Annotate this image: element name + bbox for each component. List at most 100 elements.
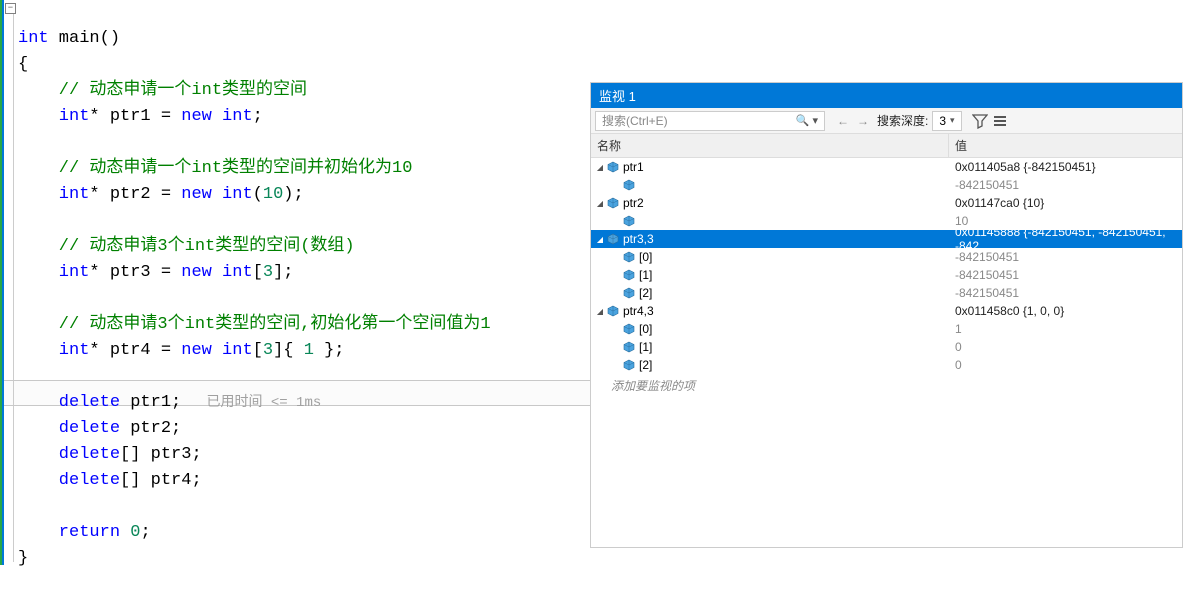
header-value-column[interactable]: 值	[949, 134, 1182, 157]
watch-row-value: -842150451	[949, 268, 1182, 282]
watch-row-name: [0]	[591, 322, 949, 336]
code-token: * ptr2 =	[89, 185, 181, 204]
watch-row-name	[591, 215, 949, 227]
search-icon[interactable]: 🔍 ▾	[796, 114, 818, 127]
code-token: ptr1;	[120, 393, 181, 412]
watch-row[interactable]: ◢ptr10x011405a8 {-842150451}	[591, 158, 1182, 176]
code-token: new	[181, 263, 212, 282]
watch-name-text: [0]	[639, 250, 652, 264]
variable-icon	[607, 161, 619, 173]
search-input[interactable]: 搜索(Ctrl+E) 🔍 ▾	[595, 111, 825, 131]
watch-row-name: [2]	[591, 358, 949, 372]
watch-row[interactable]: [1]-842150451	[591, 266, 1182, 284]
variable-icon	[607, 233, 619, 245]
watch-name-text: [0]	[639, 322, 652, 336]
code-token: main()	[49, 29, 120, 48]
watch-grid-body[interactable]: ◢ptr10x011405a8 {-842150451}-842150451◢p…	[591, 158, 1182, 374]
watch-row-name: [0]	[591, 250, 949, 264]
depth-select[interactable]: 3 ▾	[932, 111, 961, 131]
variable-icon	[623, 341, 635, 353]
watch-name-text: ptr4,3	[623, 304, 654, 318]
variable-icon	[623, 323, 635, 335]
watch-row[interactable]: [2]0	[591, 356, 1182, 374]
code-token: int	[18, 341, 89, 360]
code-token: new	[181, 107, 212, 126]
watch-row-value: -842150451	[949, 250, 1182, 264]
watch-row-value: 0x01145888 {-842150451, -842150451, -842	[949, 225, 1182, 253]
code-token: delete	[18, 471, 120, 490]
watch-row[interactable]: ◢ ptr4,3 0x011458c0 {1, 0, 0}	[591, 302, 1182, 320]
watch-row[interactable]: [2]-842150451	[591, 284, 1182, 302]
watch-panel: 监视 1 搜索(Ctrl+E) 🔍 ▾ ← → 搜索深度: 3 ▾ 名称 值 ◢…	[590, 82, 1183, 548]
nav-back-icon[interactable]: ←	[837, 114, 849, 128]
watch-row-name: ◢ptr2	[591, 196, 949, 210]
watch-row-name	[591, 179, 949, 191]
variable-icon	[607, 305, 619, 317]
code-token: int	[212, 185, 253, 204]
watch-row-value: 0x011405a8 {-842150451}	[949, 160, 1182, 174]
watch-row-value: 0x01147ca0 {10}	[949, 196, 1182, 210]
watch-panel-title[interactable]: 监视 1	[591, 83, 1182, 108]
variable-icon	[623, 251, 635, 263]
code-token	[120, 523, 130, 542]
code-editor[interactable]: − int main() { // 动态申请一个int类型的空间 int* pt…	[0, 0, 590, 565]
code-token: delete	[18, 445, 120, 464]
watch-name-text: [1]	[639, 340, 652, 354]
code-token: ]{	[273, 341, 304, 360]
perf-tip: 已用时间 <= 1ms	[181, 395, 321, 411]
expander-icon[interactable]: ◢	[595, 306, 605, 316]
fold-collapse-icon[interactable]: −	[5, 3, 16, 14]
watch-row[interactable]: [0] 1	[591, 320, 1182, 338]
watch-row[interactable]: -842150451	[591, 176, 1182, 194]
code-token: * ptr4 =	[89, 341, 181, 360]
expander-icon[interactable]: ◢	[595, 234, 605, 244]
code-token: [	[253, 341, 263, 360]
code-token: ];	[273, 263, 293, 282]
code-token: delete	[18, 393, 120, 412]
watch-toolbar: 搜索(Ctrl+E) 🔍 ▾ ← → 搜索深度: 3 ▾	[591, 108, 1182, 134]
watch-row-value: 0x011458c0 {1, 0, 0}	[949, 304, 1182, 318]
watch-row[interactable]: ◢ptr3,30x01145888 {-842150451, -84215045…	[591, 230, 1182, 248]
watch-row[interactable]: [1] 0	[591, 338, 1182, 356]
watch-name-text: [2]	[639, 286, 652, 300]
watch-row-value: -842150451	[949, 178, 1182, 192]
chevron-down-icon: ▾	[950, 115, 955, 126]
code-token: int	[18, 29, 49, 48]
code-token: int	[212, 341, 253, 360]
code-token: int	[18, 107, 89, 126]
watch-row-value: 0	[949, 340, 1182, 354]
watch-row-value: 1	[949, 322, 1182, 336]
code-comment: // 动态申请一个int类型的空间	[18, 81, 307, 100]
variable-icon	[607, 197, 619, 209]
code-text[interactable]: int main() { // 动态申请一个int类型的空间 int* ptr1…	[18, 0, 491, 598]
expander-icon[interactable]: ◢	[595, 198, 605, 208]
watch-empty-area	[591, 397, 1182, 547]
header-name-column[interactable]: 名称	[591, 134, 949, 157]
add-watch-item[interactable]: 添加要监视的项	[591, 374, 1182, 397]
code-token: * ptr3 =	[89, 263, 181, 282]
watch-row-name: ◢ptr3,3	[591, 232, 949, 246]
depth-value: 3	[939, 114, 946, 128]
code-token: new	[181, 185, 212, 204]
watch-name-text: [2]	[639, 358, 652, 372]
filter-icon[interactable]	[972, 113, 988, 129]
code-number: 0	[130, 523, 140, 542]
code-token: * ptr1 =	[89, 107, 181, 126]
code-comment: // 动态申请一个int类型的空间并初始化为10	[18, 159, 412, 178]
code-number: 1	[304, 341, 314, 360]
code-token: ;	[140, 523, 150, 542]
fold-gutter: −	[4, 0, 18, 565]
nav-forward-icon[interactable]: →	[857, 114, 869, 128]
watch-row[interactable]: ◢ptr20x01147ca0 {10}	[591, 194, 1182, 212]
code-comment: // 动态申请3个int类型的空间,初始化第一个空间值为1	[18, 315, 491, 334]
code-token: };	[314, 341, 345, 360]
expander-icon[interactable]: ◢	[595, 162, 605, 172]
settings-icon[interactable]	[992, 113, 1008, 129]
watch-grid-header: 名称 值	[591, 134, 1182, 158]
fold-guide-line	[13, 14, 14, 562]
watch-row-name: ◢ptr1	[591, 160, 949, 174]
code-token: new	[181, 341, 212, 360]
watch-row[interactable]: [0] -842150451	[591, 248, 1182, 266]
code-number: 10	[263, 185, 283, 204]
watch-row-name: [2]	[591, 286, 949, 300]
